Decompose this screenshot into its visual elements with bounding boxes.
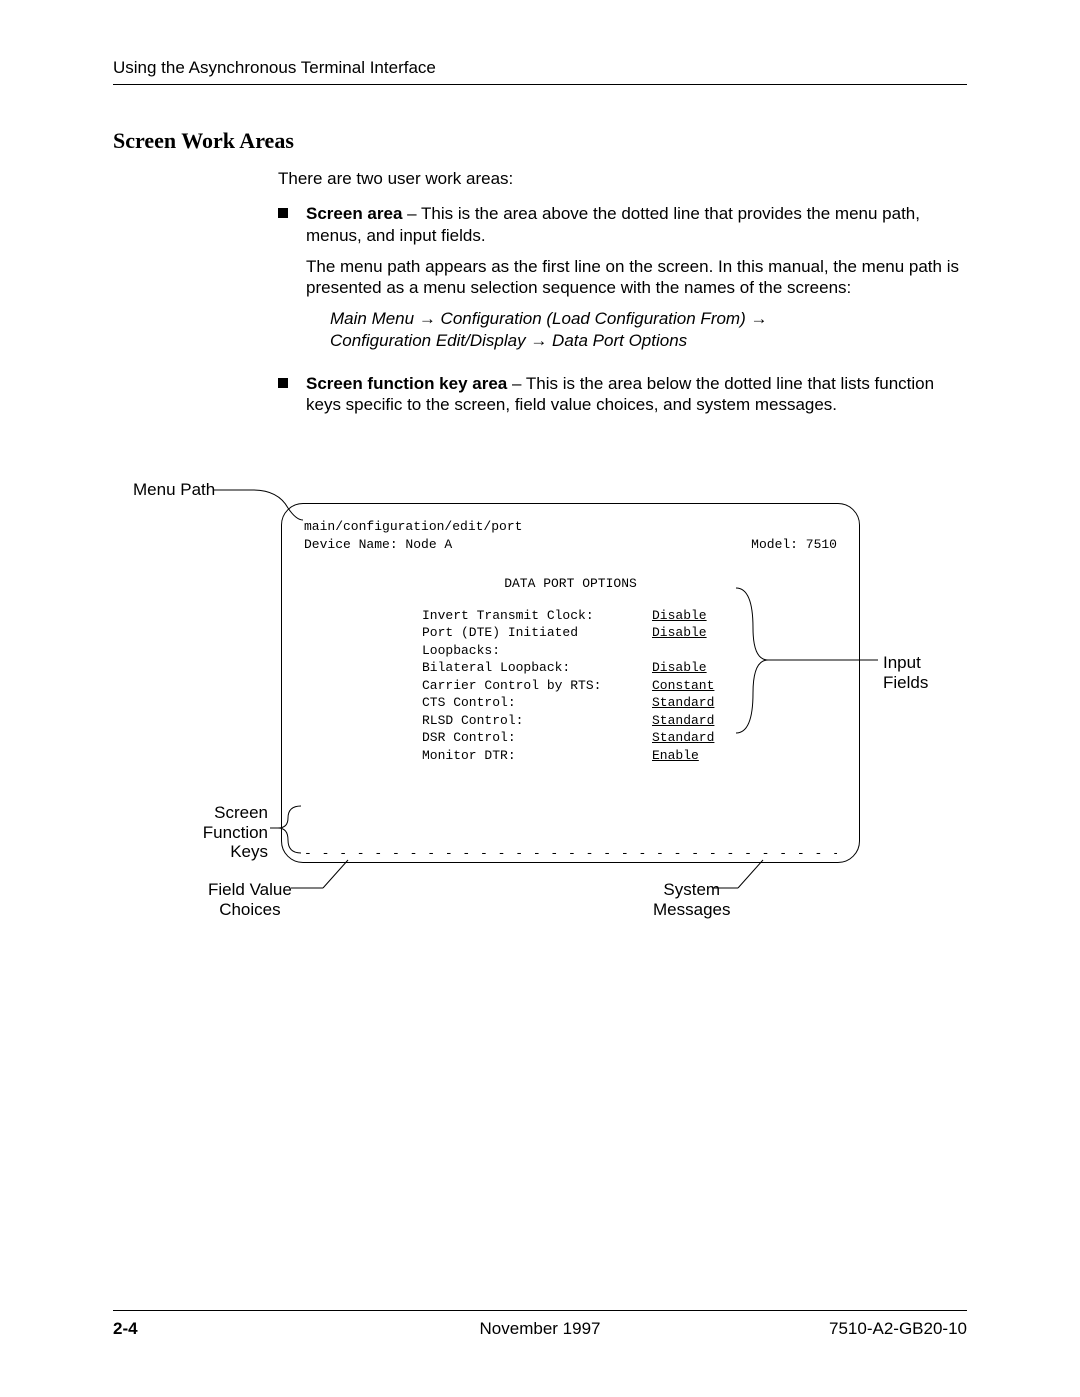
footer-date: November 1997 <box>313 1319 767 1339</box>
opt-row: RLSD Control:Standard <box>422 712 837 730</box>
menu-path-example: Main Menu → Configuration (Load Configur… <box>330 308 968 351</box>
page-footer: 2-4 November 1997 7510-A2-GB20-10 <box>113 1310 967 1339</box>
opt-row: Carrier Control by RTS:Constant <box>422 677 837 695</box>
section-title: Screen Work Areas <box>113 128 294 154</box>
menu-example-line1: Main Menu → Configuration (Load Configur… <box>330 308 968 329</box>
opt-row: Monitor DTR:Enable <box>422 747 837 765</box>
figure-screen-work-areas: Menu Path Input Fields Screen Function K… <box>113 468 968 928</box>
bullet-fnkey-area: Screen function key area – This is the a… <box>278 373 968 416</box>
opt-row: DSR Control:Standard <box>422 729 837 747</box>
footer-doc-id: 7510-A2-GB20-10 <box>767 1319 967 1339</box>
running-header: Using the Asynchronous Terminal Interfac… <box>113 58 967 85</box>
term-divider: - - - - - - - - - - - - - - - - - - - - … <box>304 845 837 863</box>
label-screen-fn-l3: Keys <box>173 842 268 862</box>
label-input-fields: Input Fields <box>883 653 968 692</box>
opt-row: CTS Control:Standard <box>422 694 837 712</box>
bullet-icon <box>278 208 288 218</box>
label-system-l2: Messages <box>653 900 730 920</box>
term-model: Model: 7510 <box>751 536 837 554</box>
label-system-l1: System <box>653 880 730 900</box>
label-screen-fn-l2: Function <box>173 823 268 843</box>
opt-row: Port (DTE) Initiated Loopbacks:Disable <box>422 624 837 659</box>
label-menu-path: Menu Path <box>133 480 215 500</box>
term-path: main/configuration/edit/port <box>304 518 837 536</box>
term-options: Invert Transmit Clock:Disable Port (DTE)… <box>422 607 837 765</box>
intro-paragraph: There are two user work areas: <box>278 168 968 189</box>
bullet-icon <box>278 378 288 388</box>
opt-row: Bilateral Loopback:Disable <box>422 659 837 677</box>
bullet2-label: Screen function key area <box>306 374 507 393</box>
label-field-value-l1: Field Value <box>208 880 292 900</box>
body-text: There are two user work areas: Screen ar… <box>278 168 968 421</box>
bullet1-sub: The menu path appears as the first line … <box>306 256 968 299</box>
term-device: Device Name: Node A <box>304 536 452 554</box>
label-screen-fn-l1: Screen <box>173 803 268 823</box>
menu-example-line2: Configuration Edit/Display → Data Port O… <box>330 330 968 351</box>
footer-page-number: 2-4 <box>113 1319 313 1339</box>
terminal-screenshot: main/configuration/edit/port Device Name… <box>281 503 860 863</box>
term-title: DATA PORT OPTIONS <box>304 575 837 593</box>
opt-row: Invert Transmit Clock:Disable <box>422 607 837 625</box>
label-field-value-l2: Choices <box>208 900 292 920</box>
bullet1-label: Screen area <box>306 204 402 223</box>
bullet-screen-area: Screen area – This is the area above the… <box>278 203 968 367</box>
